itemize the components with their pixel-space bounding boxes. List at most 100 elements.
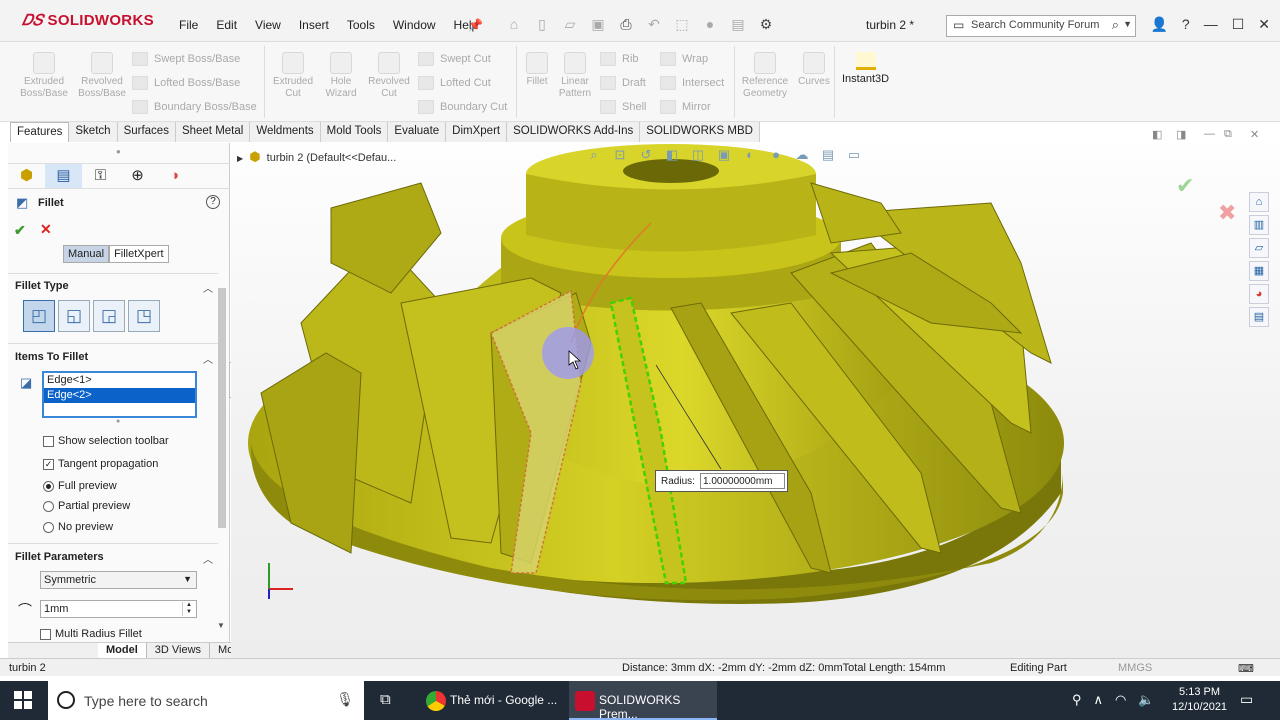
- checkbox[interactable]: [43, 435, 54, 447]
- list-item[interactable]: Edge<2>: [44, 388, 195, 403]
- windows-start-icon[interactable]: [14, 691, 32, 709]
- help-button[interactable]: ?: [206, 195, 220, 209]
- tab-weldments[interactable]: Weldments: [250, 122, 321, 142]
- intersect-button[interactable]: Intersect: [660, 76, 724, 90]
- people-icon[interactable]: ⚲: [1072, 692, 1082, 708]
- doc-close-icon[interactable]: ✕: [1250, 128, 1259, 141]
- tab-sketch[interactable]: Sketch: [69, 122, 118, 142]
- ok-check-icon[interactable]: ✔: [14, 222, 26, 239]
- swept-cut-button[interactable]: Swept Cut: [418, 52, 491, 66]
- hole-wizard-button[interactable]: Hole Wizard: [318, 52, 364, 100]
- fillet-profile-select[interactable]: Symmetric ▼: [40, 571, 197, 589]
- doc-minimize-icon[interactable]: —: [1204, 128, 1215, 140]
- constant-size-fillet-icon[interactable]: ◰: [23, 300, 55, 332]
- menu-file[interactable]: File: [170, 18, 207, 32]
- list-item[interactable]: Edge<1>: [44, 373, 195, 388]
- scene-icon[interactable]: ☁: [793, 147, 811, 163]
- curves-button[interactable]: Curves: [794, 52, 834, 88]
- resize-handle-icon[interactable]: ●: [116, 418, 120, 425]
- confirm-check-icon[interactable]: ✔: [1176, 173, 1194, 199]
- search-icon[interactable]: ⌕: [1112, 17, 1119, 33]
- turbine-model[interactable]: [231, 143, 1280, 658]
- options-gear-icon[interactable]: ⚙: [757, 16, 775, 34]
- menu-tools[interactable]: Tools: [338, 18, 384, 32]
- chevron-down-icon[interactable]: ▼: [1123, 19, 1132, 29]
- save-icon[interactable]: ▣: [589, 16, 607, 34]
- tab-model[interactable]: Model: [98, 643, 147, 658]
- notifications-icon[interactable]: ▭: [1240, 691, 1253, 708]
- tab-mold-tools[interactable]: Mold Tools: [321, 122, 389, 142]
- swept-boss-button[interactable]: Swept Boss/Base: [132, 52, 240, 66]
- radio-selected[interactable]: [43, 480, 54, 492]
- open-icon[interactable]: ▱: [561, 16, 579, 34]
- reference-geometry-button[interactable]: Reference Geometry: [738, 52, 792, 100]
- menu-window[interactable]: Window: [384, 18, 445, 32]
- tab-scroll-arrows[interactable]: [8, 643, 98, 658]
- file-properties-icon[interactable]: ▤: [729, 16, 747, 34]
- home-resources-icon[interactable]: ⌂: [1249, 192, 1269, 212]
- boundary-cut-button[interactable]: Boundary Cut: [418, 100, 507, 114]
- scroll-down-icon[interactable]: ▼: [217, 621, 225, 630]
- face-fillet-icon[interactable]: ◲: [93, 300, 125, 332]
- cancel-x-icon[interactable]: ✕: [40, 221, 52, 238]
- radio[interactable]: [43, 521, 54, 533]
- customize-statusbar-icon[interactable]: ⌨: [1238, 662, 1254, 675]
- radius-callout[interactable]: Radius: 1.00000000mm: [655, 470, 788, 492]
- edit-appearance-icon[interactable]: ●: [767, 147, 785, 163]
- wrap-button[interactable]: Wrap: [660, 52, 708, 66]
- help-icon[interactable]: ?: [1182, 16, 1190, 33]
- doc-maximize-icon[interactable]: ⧉: [1224, 128, 1232, 141]
- appearances-icon[interactable]: ◕: [1249, 284, 1269, 304]
- configuration-manager-icon[interactable]: ⚿: [82, 164, 119, 188]
- revolved-boss-button[interactable]: Revolved Boss/Base: [76, 52, 128, 100]
- dimxpert-manager-icon[interactable]: ⊕: [119, 164, 156, 188]
- variable-size-fillet-icon[interactable]: ◱: [58, 300, 90, 332]
- no-preview-option[interactable]: No preview: [43, 521, 113, 533]
- pin-icon[interactable]: 📌: [468, 18, 483, 32]
- view-orientation-icon[interactable]: ◫: [689, 147, 707, 163]
- extruded-boss-button[interactable]: Extruded Boss/Base: [18, 52, 70, 100]
- search-scope-icon[interactable]: ▭: [953, 18, 964, 32]
- spin-arrows-icon[interactable]: ▲ ▼: [182, 602, 195, 616]
- microphone-icon[interactable]: 🎙: [336, 691, 354, 708]
- items-to-fillet-list[interactable]: Edge<1> Edge<2>: [42, 371, 197, 418]
- previous-view-icon[interactable]: ↺: [637, 147, 655, 163]
- display-monitor-icon[interactable]: ▭: [845, 147, 863, 163]
- zoom-area-icon[interactable]: ⊡: [611, 147, 629, 163]
- status-units[interactable]: MMGS: [1118, 662, 1152, 674]
- panel-scrollbar[interactable]: [216, 283, 228, 533]
- radius-input[interactable]: 1mm ▲ ▼: [40, 600, 197, 618]
- restore-icon[interactable]: ◧: [1152, 128, 1162, 141]
- tab-surfaces[interactable]: Surfaces: [118, 122, 176, 142]
- taskbar-clock[interactable]: 5:13 PM 12/10/2021: [1172, 685, 1227, 715]
- fillet-button[interactable]: Fillet: [520, 52, 554, 88]
- property-manager-icon[interactable]: ▤: [45, 164, 82, 188]
- draft-button[interactable]: Draft: [600, 76, 646, 90]
- display-manager-icon[interactable]: ◑: [156, 164, 193, 188]
- menu-insert[interactable]: Insert: [290, 18, 338, 32]
- lofted-cut-button[interactable]: Lofted Cut: [418, 76, 491, 90]
- radius-callout-input[interactable]: 1.00000000mm: [700, 473, 785, 489]
- scrollbar-thumb[interactable]: [218, 288, 226, 528]
- tab-mbd[interactable]: SOLIDWORKS MBD: [640, 122, 760, 142]
- select-icon[interactable]: ⬚: [673, 16, 691, 34]
- revolved-cut-button[interactable]: Revolved Cut: [364, 52, 414, 100]
- user-icon[interactable]: 👤: [1150, 16, 1167, 33]
- tile-icon[interactable]: ◨: [1176, 128, 1186, 141]
- maximize-icon[interactable]: ☐: [1232, 16, 1245, 33]
- tab-features[interactable]: Features: [10, 122, 70, 142]
- print-icon[interactable]: ⎙: [617, 16, 635, 34]
- confirm-cancel-icon[interactable]: ✖: [1218, 200, 1236, 226]
- full-round-fillet-icon[interactable]: ◳: [128, 300, 160, 332]
- volume-icon[interactable]: 🔈: [1138, 692, 1154, 708]
- multi-radius-option[interactable]: Multi Radius Fillet: [40, 628, 142, 640]
- shell-button[interactable]: Shell: [600, 100, 646, 114]
- collapse-chevron-icon[interactable]: ︿: [203, 551, 213, 566]
- checkbox-checked[interactable]: ✓: [43, 458, 54, 470]
- menu-view[interactable]: View: [246, 18, 290, 32]
- custom-properties-icon[interactable]: ▤: [1249, 307, 1269, 327]
- file-explorer-icon[interactable]: ▱: [1249, 238, 1269, 258]
- checkbox[interactable]: [40, 628, 51, 640]
- lofted-boss-button[interactable]: Lofted Boss/Base: [132, 76, 240, 90]
- task-view-icon[interactable]: ⧉: [380, 691, 391, 708]
